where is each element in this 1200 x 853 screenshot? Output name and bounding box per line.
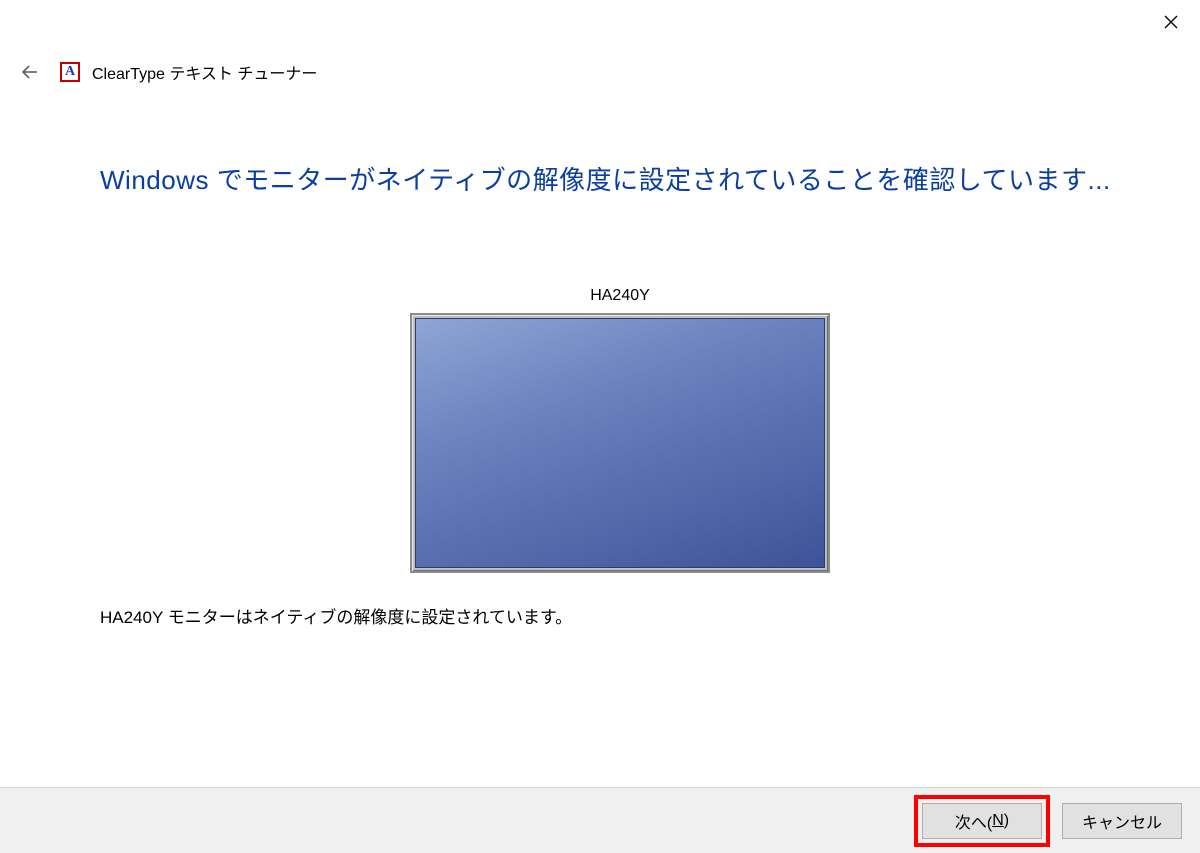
- monitor-thumbnail[interactable]: [410, 313, 830, 573]
- close-icon: [1164, 15, 1178, 29]
- next-button-mnemonic: N: [992, 812, 1004, 830]
- monitor-name-label: HA240Y: [590, 287, 650, 305]
- header: A ClearType テキスト チューナー: [18, 60, 1182, 84]
- page-heading: Windows でモニターがネイティブの解像度に設定されていることを確認していま…: [100, 160, 1140, 197]
- app-icon: A: [60, 62, 80, 82]
- app-title: ClearType テキスト チューナー: [92, 60, 317, 84]
- back-button[interactable]: [18, 60, 42, 84]
- content-area: Windows でモニターがネイティブの解像度に設定されていることを確認していま…: [100, 160, 1140, 628]
- next-button-highlight: 次へ(N): [914, 795, 1050, 847]
- close-button[interactable]: [1148, 6, 1194, 38]
- cancel-button[interactable]: キャンセル: [1062, 803, 1182, 839]
- next-button-label-prefix: 次へ(: [955, 809, 992, 833]
- next-button-label-suffix: ): [1004, 812, 1009, 830]
- app-icon-letter: A: [65, 65, 75, 79]
- resolution-status-text: HA240Y モニターはネイティブの解像度に設定されています。: [100, 603, 572, 628]
- footer-bar: 次へ(N) キャンセル: [0, 787, 1200, 853]
- monitor-area: HA240Y HA240Y モニターはネイティブの解像度に設定されています。: [100, 287, 1140, 628]
- next-button[interactable]: 次へ(N): [922, 803, 1042, 839]
- titlebar: [0, 0, 1200, 48]
- back-arrow-icon: [20, 62, 40, 82]
- monitor-screen-icon: [415, 318, 825, 568]
